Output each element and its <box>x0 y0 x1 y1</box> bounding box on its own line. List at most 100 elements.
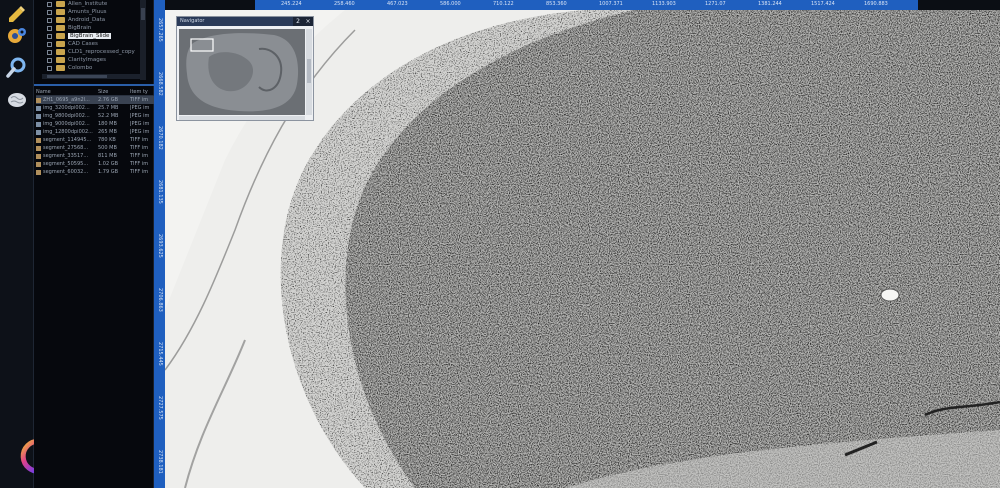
expand-toggle-icon[interactable] <box>47 1 52 7</box>
column-header-type[interactable]: Item ty <box>130 89 154 95</box>
file-row[interactable]: img_3200dpi002... 25.7 MB JPEG im <box>36 104 154 112</box>
file-name-cell: img_12800dpi002... <box>36 129 98 135</box>
folder-tree-item[interactable]: Android_Data <box>34 16 154 24</box>
vertical-ruler-tick: 2668.582 <box>157 72 163 96</box>
file-type-cell: TIFF im <box>130 153 149 159</box>
file-name: segment_33517... <box>43 153 89 159</box>
expand-toggle-icon[interactable] <box>47 17 52 23</box>
folder-icon <box>56 1 65 7</box>
file-row[interactable]: img_9800dpi002... 52.2 MB JPEG im <box>36 112 154 120</box>
file-name: img_9000dpi002... <box>43 121 90 127</box>
expand-toggle-icon[interactable] <box>47 9 52 15</box>
horizontal-ruler-tick: 1007.371 <box>599 1 623 7</box>
vertical-ruler: 2657.265 2668.582 2670.182 2681.135 2693.625… <box>154 0 165 488</box>
file-row[interactable]: segment_27568... 500 MB TIFF im <box>36 144 154 152</box>
horizontal-ruler-tick: 1381.244 <box>758 1 782 7</box>
folder-label: ClarityImages <box>68 57 107 63</box>
expand-toggle-icon[interactable] <box>47 65 52 71</box>
navigator-pin-button[interactable]: 2 <box>293 17 303 26</box>
file-name-cell: segment_114945... <box>36 137 98 143</box>
folder-tree-item[interactable]: Allen_Institute <box>34 0 154 8</box>
file-row[interactable]: segment_50595... 1.02 GB TIFF im <box>36 160 154 168</box>
vertical-ruler-tick: 2706.863 <box>157 288 163 312</box>
folder-tree-item[interactable]: BigBrain_Slide <box>34 32 154 40</box>
navigator-panel: Navigator 2 × <box>176 16 314 121</box>
tiff-file-icon <box>36 145 41 151</box>
vertical-ruler-tick: 2727.575 <box>157 396 163 420</box>
folder-tree-scrollbar[interactable] <box>140 0 146 80</box>
folder-icon <box>56 17 65 23</box>
brain-slice-thumbnail <box>179 29 305 115</box>
file-name: img_3200dpi002... <box>43 105 90 111</box>
folder-tree-hscrollbar[interactable] <box>42 74 140 79</box>
horizontal-ruler-tick: 586.000 <box>440 1 461 7</box>
file-row[interactable]: segment_33517... 811 MB TIFF im <box>36 152 154 160</box>
file-type-cell: JPEG im <box>130 113 150 119</box>
file-type-cell: TIFF im <box>130 161 149 167</box>
navigator-vscrollbar[interactable] <box>306 29 312 115</box>
navigator-hscrollbar[interactable] <box>179 116 305 120</box>
file-row[interactable]: img_12800dpi002... 265 MB JPEG im <box>36 128 154 136</box>
expand-toggle-icon[interactable] <box>47 57 52 63</box>
folder-tree-item[interactable]: CLD1_reprocessed_copy <box>34 48 154 56</box>
file-row[interactable]: img_9000dpi002... 180 MB JPEG im <box>36 120 154 128</box>
file-name-cell: segment_27568... <box>36 145 98 151</box>
left-toolbar <box>0 0 54 488</box>
jpeg-file-icon <box>36 129 41 135</box>
file-list-header: Name Size Item ty <box>36 88 154 96</box>
file-name: ZH1_0695_a9n2l... <box>43 97 90 103</box>
file-row[interactable]: segment_114945... 780 KB TIFF im <box>36 136 154 144</box>
folder-icon <box>56 33 65 39</box>
horizontal-ruler-tick: 245.224 <box>281 1 302 7</box>
gear-icon <box>8 28 26 43</box>
file-name-cell: segment_50595... <box>36 161 98 167</box>
column-header-size[interactable]: Size <box>98 89 130 95</box>
navigator-close-button[interactable]: × <box>303 17 313 26</box>
horizontal-ruler-tick: 258.460 <box>334 1 355 7</box>
file-name: segment_27568... <box>43 145 89 151</box>
file-row[interactable]: ZH1_0695_a9n2l... 2.76 GB TIFF im <box>36 96 154 104</box>
navigator-thumbnail[interactable] <box>179 29 305 115</box>
file-name: img_9800dpi002... <box>43 113 90 119</box>
file-size-cell: 1.02 GB <box>98 161 119 167</box>
jpeg-file-icon <box>36 105 41 111</box>
settings-tool-button[interactable] <box>3 22 31 50</box>
file-size-cell: 180 MB <box>98 121 117 127</box>
folder-icon <box>56 49 65 55</box>
file-type-cell: JPEG im <box>130 129 150 135</box>
file-type-cell: TIFF im <box>130 169 149 175</box>
file-name: segment_114945... <box>43 137 92 143</box>
file-name: img_12800dpi002... <box>43 129 93 135</box>
folder-tree: Allen_Institute Amunts_Pluus Android_Data B… <box>34 0 154 80</box>
file-row[interactable]: segment_60032... 1.79 GB TIFF im <box>36 168 154 176</box>
file-type-cell: TIFF im <box>130 145 149 151</box>
horizontal-ruler-tick: 1271.07 <box>705 1 726 7</box>
file-size-cell: 780 KB <box>98 137 116 143</box>
folder-label: Android_Data <box>68 17 106 23</box>
column-header-name[interactable]: Name <box>36 89 98 95</box>
file-size-cell: 25.7 MB <box>98 105 119 111</box>
folder-tree-item[interactable]: BigBrain <box>34 24 154 32</box>
expand-toggle-icon[interactable] <box>47 49 52 55</box>
vertical-ruler-tick: 2738.181 <box>157 450 163 474</box>
folder-icon <box>56 9 65 15</box>
horizontal-ruler-tick: 710.122 <box>493 1 514 7</box>
folder-tree-item[interactable]: ClarityImages <box>34 56 154 64</box>
expand-toggle-icon[interactable] <box>47 41 52 47</box>
folder-tree-item[interactable]: CAD Cases <box>34 40 154 48</box>
folder-tree-item[interactable]: Amunts_Pluus <box>34 8 154 16</box>
file-type-cell: JPEG im <box>130 105 150 111</box>
folder-tree-item[interactable]: Colombo <box>34 64 154 72</box>
folder-label: CLD1_reprocessed_copy <box>68 49 135 55</box>
zoom-tool-button[interactable] <box>3 54 31 82</box>
expand-toggle-icon[interactable] <box>47 25 52 31</box>
horizontal-ruler-tick: 1133.903 <box>652 1 676 7</box>
folder-label: Allen_Institute <box>68 1 108 7</box>
expand-toggle-icon[interactable] <box>47 33 52 39</box>
file-size-cell: 500 MB <box>98 145 117 151</box>
horizontal-ruler-tick: 1517.424 <box>811 1 835 7</box>
tiff-file-icon <box>36 97 41 103</box>
file-name: segment_50595... <box>43 161 89 167</box>
file-size-cell: 2.76 GB <box>98 97 119 103</box>
brain-tool-button[interactable] <box>3 86 31 114</box>
